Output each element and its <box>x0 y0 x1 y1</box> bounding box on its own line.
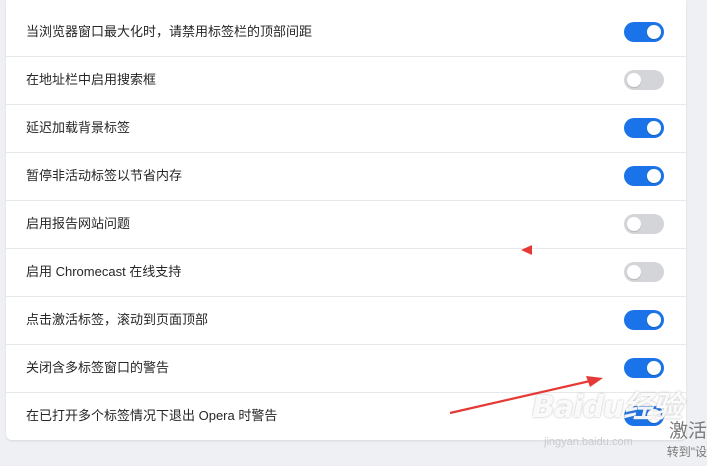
setting-label: 启用 Chromecast 在线支持 <box>26 264 182 279</box>
setting-row: 暂停非活动标签以节省内存 <box>6 152 686 201</box>
toggle-switch[interactable] <box>624 214 664 234</box>
setting-label: 点击激活标签，滚动到页面顶部 <box>26 312 209 327</box>
toggle-knob <box>627 217 641 231</box>
toggle-knob <box>647 169 661 183</box>
setting-label: 在已打开多个标签情况下退出 Opera 时警告 <box>26 408 278 423</box>
toggle-switch[interactable] <box>624 166 664 186</box>
setting-row: 点击激活标签，滚动到页面顶部 <box>6 296 686 345</box>
activation-subtitle: 转到"设 <box>666 445 707 459</box>
toggle-knob <box>647 361 661 375</box>
toggle-switch[interactable] <box>624 262 664 282</box>
toggle-switch[interactable] <box>624 358 664 378</box>
setting-row: 启用 Chromecast 在线支持 <box>6 248 686 297</box>
setting-label: 暂停非活动标签以节省内存 <box>26 168 183 183</box>
toggle-switch[interactable] <box>624 70 664 90</box>
toggle-knob <box>647 121 661 135</box>
toggle-switch[interactable] <box>624 22 664 42</box>
toggle-switch[interactable] <box>624 118 664 138</box>
setting-label: 当浏览器窗口最大化时，请禁用标签栏的顶部间距 <box>26 24 313 39</box>
toggle-switch[interactable] <box>624 310 664 330</box>
setting-label: 延迟加载背景标签 <box>26 120 131 135</box>
setting-label: 在地址栏中启用搜索框 <box>26 72 157 87</box>
setting-row: 当浏览器窗口最大化时，请禁用标签栏的顶部间距 <box>6 8 686 57</box>
setting-row: 启用报告网站问题 <box>6 200 686 249</box>
toggle-knob <box>647 25 661 39</box>
toggle-knob <box>627 73 641 87</box>
activation-title: 激活 <box>668 421 707 442</box>
windows-activation-notice: 激活 转到"设 <box>647 420 707 460</box>
setting-label: 关闭含多标签窗口的警告 <box>26 360 170 375</box>
setting-label: 启用报告网站问题 <box>26 216 131 231</box>
setting-row: 在地址栏中启用搜索框 <box>6 56 686 105</box>
watermark-url: jingyan.baidu.com <box>544 436 633 448</box>
toggle-knob <box>627 265 641 279</box>
toggle-knob <box>647 313 661 327</box>
settings-panel: 当浏览器窗口最大化时，请禁用标签栏的顶部间距 在地址栏中启用搜索框 延迟加载背景… <box>6 0 686 440</box>
setting-row: 延迟加载背景标签 <box>6 104 686 153</box>
